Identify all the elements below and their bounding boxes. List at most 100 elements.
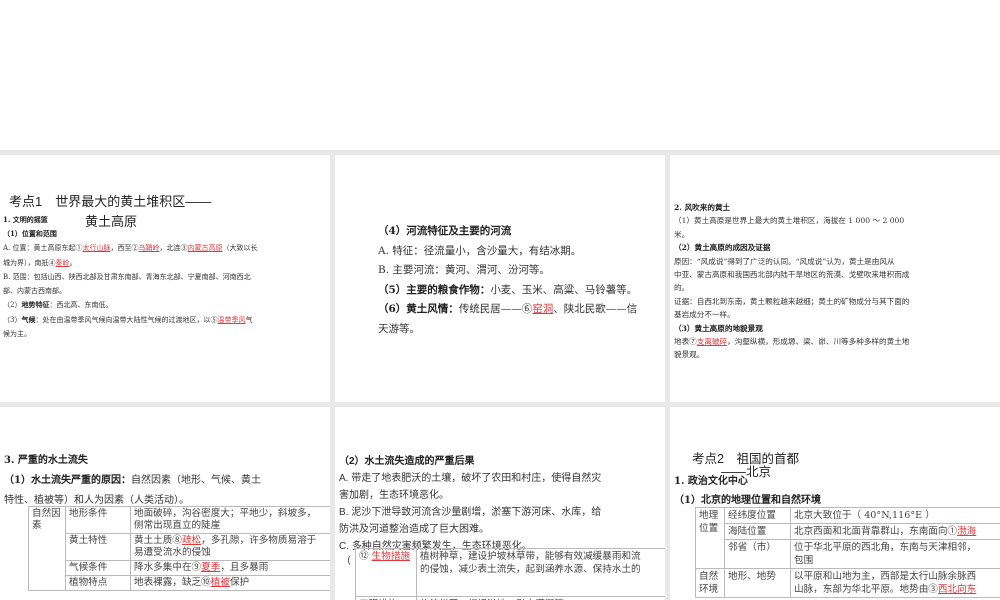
text-run: 2. 风吹来的黄土 <box>674 203 731 212</box>
text-line: （1）位置和范围 <box>3 227 258 241</box>
section-heading: 1. 文明的摇篮 <box>3 215 48 224</box>
circled-number: ⑫ <box>359 551 372 562</box>
beijing-table: 地理位置 经纬度位置 北京大致位于（ 40°N,116°E ）海陆位置 北京西面和北面… <box>695 507 1000 598</box>
group-cell: 地理位置 <box>695 507 725 569</box>
text-run: 山脉，东部为华北平原。地势由③ <box>794 584 938 595</box>
text-run: A. 带走了地表肥沃的土壤，破坏了农田和村庄，使得自然灾 <box>339 473 602 484</box>
factor-cell: 气候条件 <box>65 560 131 576</box>
text-line: 原因：“风成说”得到了广泛的认同。“风成说”认为，黄土是由风从 <box>674 255 909 268</box>
text-line: 害加剧，生态环境恶化。 <box>339 487 601 504</box>
text-run: ：处在由温带季风气候向温带大陆性气候的过渡地区，以⑤ <box>35 315 218 324</box>
text-line: 天游等。 <box>378 320 637 340</box>
text-line: 候为主。 <box>3 327 258 341</box>
slide-body: 3. 严重的水土流失 （1）水土流失严重的原因：自然因素（地形、气候、黄土 特性、植… <box>4 451 261 511</box>
text-run: 地表⑦ <box>674 337 697 347</box>
text-line: 中亚、蒙古高原和我国西北部内陆干旱地区的荒漠、戈壁吹来堆积而成 <box>674 268 909 281</box>
answer-text: 内蒙古高原 <box>187 244 223 253</box>
text-run: （3）黄土高原的地貌景观 <box>674 323 763 333</box>
slide-1[interactable]: 考点1 世界最大的黄土堆积区—— 黄土高原 1. 文明的摇篮 （1）位置和范围 A… <box>0 155 330 402</box>
slide-2[interactable]: （4）河流特征及主要的河流 A. 特征：径流量小，含沙量大，有结冰期。 B. 主要河… <box>335 155 665 402</box>
text-run: 城为界），南抵④ <box>3 258 56 267</box>
text-run: 、陕北民歌——信 <box>553 303 638 316</box>
text-line: （3）黄土高原的地貌景观 <box>674 322 909 335</box>
text-run: ，北连③ <box>159 244 188 253</box>
text-run: ，多孔隙，许多物质易溶于 <box>201 535 317 546</box>
answer-text: 西北向东 <box>937 584 977 595</box>
table-row: ⑫ 生物措施 植树种草，建设护坡林草带，能够有效减缓暴雨和流 的侵蚀，减少表土流失，… <box>355 548 665 597</box>
text-run: 侧常出现直立的陡崖 <box>134 520 221 531</box>
text-run: ：西北高、东南低。 <box>49 301 113 310</box>
text-run: （4）河流特征及主要的河流 <box>378 225 512 237</box>
section-heading: 1. 政治文化中心 <box>674 476 748 487</box>
answer-text: 夏季 <box>201 562 221 573</box>
text-run: 保护 <box>229 577 250 588</box>
text-run: 害加剧，生态环境恶化。 <box>339 490 449 501</box>
desc-cell: 北京西面和北面背靠群山，东南面向①渤海 <box>790 523 1000 540</box>
desc-cell: 黄土土质⑧疏松，多孔隙，许多物质易溶于 易遭受流水的侵蚀 <box>130 533 330 561</box>
text-run: 基岩成分不一样。 <box>674 310 735 320</box>
table-row: 植物特点 地表裸露，缺乏⑩植被保护 <box>29 575 330 591</box>
text-line: （5）主要的粮食作物：小麦、玉米、高粱、马铃薯等。 <box>378 281 637 301</box>
text-line: （1）水土流失严重的原因：自然因素（地形、气候、黄土 <box>4 471 261 491</box>
text-run: 的。 <box>674 283 690 293</box>
desc-cell: 位于华北平原的西北角，东南与天津相邻， 包围 <box>790 539 1000 569</box>
text-run: 候为主。 <box>3 330 31 339</box>
slide-4[interactable]: 3. 严重的水土流失 （1）水土流失严重的原因：自然因素（地形、气候、黄土 特性、植… <box>0 407 330 600</box>
table-row: 气候条件 降水多集中在⑨夏季，且多暴雨 <box>29 560 330 576</box>
text-run: （6）黄土风情： <box>378 303 459 316</box>
text-line: 防洪及河道整治造成了巨大困难。 <box>339 521 601 538</box>
text-run: 北京大致位于（ 40°N,116°E ） <box>794 510 935 521</box>
text-line: A. 带走了地表肥沃的土壤，破坏了农田和村庄，使得自然灾 <box>339 470 601 487</box>
text-run: ，沟壑纵横，形成塬、梁、峁、川等多种多样的黄土地 <box>727 337 910 347</box>
text-line: A. 位置：黄土高原东起①太行山脉，西至②乌鞘岭，北连③内蒙古高原（大致以长 <box>3 241 258 255</box>
slide-title: 考点1 世界最大的黄土堆积区—— <box>9 194 212 209</box>
answer-text: 支离破碎 <box>696 337 728 347</box>
slide-6[interactable]: 考点2 祖国的首都 ——北京 1. 政治文化中心 （1）北京的地理位置和自然环境… <box>670 407 1000 600</box>
text-run: （2）黄土高原的成因及证据 <box>674 243 771 253</box>
text-run: （3） <box>3 315 22 324</box>
table-row: 工程措施修筑梯田、打坝淤地、引水灌溉等 <box>355 596 665 600</box>
answer-text: 生物措施 <box>371 551 411 562</box>
text-run: （2）水土流失造成的严重后果 <box>339 456 475 467</box>
text-line: （2）黄土高原的成因及证据 <box>674 241 909 254</box>
answer-text: 植被 <box>210 577 230 588</box>
text-run: 防洪及河道整治造成了巨大困难。 <box>339 524 489 535</box>
text-line: （4）河流特征及主要的河流 <box>378 222 637 242</box>
measure-desc: 植树种草，建设护坡林草带，能够有效减缓暴雨和流 <box>420 551 641 562</box>
text-run: 原因：“风成说”得到了广泛的认同。“风成说”认为，黄土是由风从 <box>674 256 895 266</box>
text-run: 貌景观。 <box>674 350 705 360</box>
text-line: （2）地势特征：西北高、东南低。 <box>3 298 258 312</box>
slide-3[interactable]: 2. 风吹来的黄土 （1）黄土高原是世界上最大的黄土堆积区，海拔在 1 000 ～… <box>670 155 1000 402</box>
answer-text: 疏松 <box>181 535 202 546</box>
answer-text: 秦岭 <box>55 258 70 267</box>
text-line: B. 主要河流：黄河、渭河、汾河等。 <box>378 261 637 281</box>
text-line: （3）气候：处在由温带季风气候向温带大陆性气候的过渡地区，以⑤温带季风气 <box>3 313 258 327</box>
desc-cell: 降水多集中在⑨夏季，且多暴雨 <box>130 560 330 576</box>
text-run: 气候 <box>21 314 36 324</box>
factor-cell: 植物特点 <box>65 575 131 591</box>
item-cell: 地形、地势 <box>724 568 791 598</box>
slide-body: （2）水土流失造成的严重后果 A. 带走了地表肥沃的土壤，破坏了农田和村庄，使得自… <box>339 453 601 555</box>
text-run: （5）主要的粮食作物： <box>378 283 491 296</box>
text-line: B. 泥沙下泄导致河流含沙量剧增，淤塞下游河床、水库，给 <box>339 504 601 521</box>
text-run: 传统民居——⑥ <box>458 303 533 316</box>
desc-cell: 地表裸露，缺乏⑩植被保护 <box>130 575 330 591</box>
item-cell: 邻省（市） <box>724 539 791 569</box>
text-line: 3. 严重的水土流失 <box>4 451 261 471</box>
text-run: B. 泥沙下泄导致河流含沙量剧增，淤塞下游河床、水库，给 <box>339 507 602 518</box>
text-run: 3. 严重的水土流失 <box>4 455 88 466</box>
desc-cell: 北京大致位于（ 40°N,116°E ） <box>790 507 1000 524</box>
answer-text: 窑洞 <box>532 303 554 316</box>
table-row: 自然因素 地形条件 地面破碎，沟谷密度大；平地少，斜坡多， 侧常出现直立的陡崖 <box>28 506 330 591</box>
text-run: 降水多集中在⑨ <box>134 562 202 573</box>
table-row: 邻省（市） 位于华北平原的西北角，东南与天津相邻， 包围 <box>696 539 1000 569</box>
text-run: B. 范围：包括山西、陕西北部及甘肃东南部、青海东北部、宁夏南部、河南西北 <box>3 272 251 281</box>
text-line: 城为界），南抵④秦岭。 <box>3 256 258 270</box>
slide-body: 2. 风吹来的黄土 （1）黄土高原是世界上最大的黄土堆积区，海拔在 1 000 ～… <box>674 201 909 362</box>
text-run: 地表裸露，缺乏⑩ <box>134 577 211 588</box>
answer-text: 渤海 <box>957 526 977 537</box>
text-run: 米。 <box>674 229 690 239</box>
slide-5[interactable]: （2）水土流失造成的严重后果 A. 带走了地表肥沃的土壤，破坏了农田和村庄，使得自… <box>335 407 665 600</box>
measures-table: ⑫ 生物措施 植树种草，建设护坡林草带，能够有效减缓暴雨和流 的侵蚀，减少表土流失，… <box>355 548 665 600</box>
table-row: 自然环境 地形、地势 以平原和山地为主，西部是太行山脉余脉西 山脉，东部为华北平原。地… <box>695 568 1000 598</box>
